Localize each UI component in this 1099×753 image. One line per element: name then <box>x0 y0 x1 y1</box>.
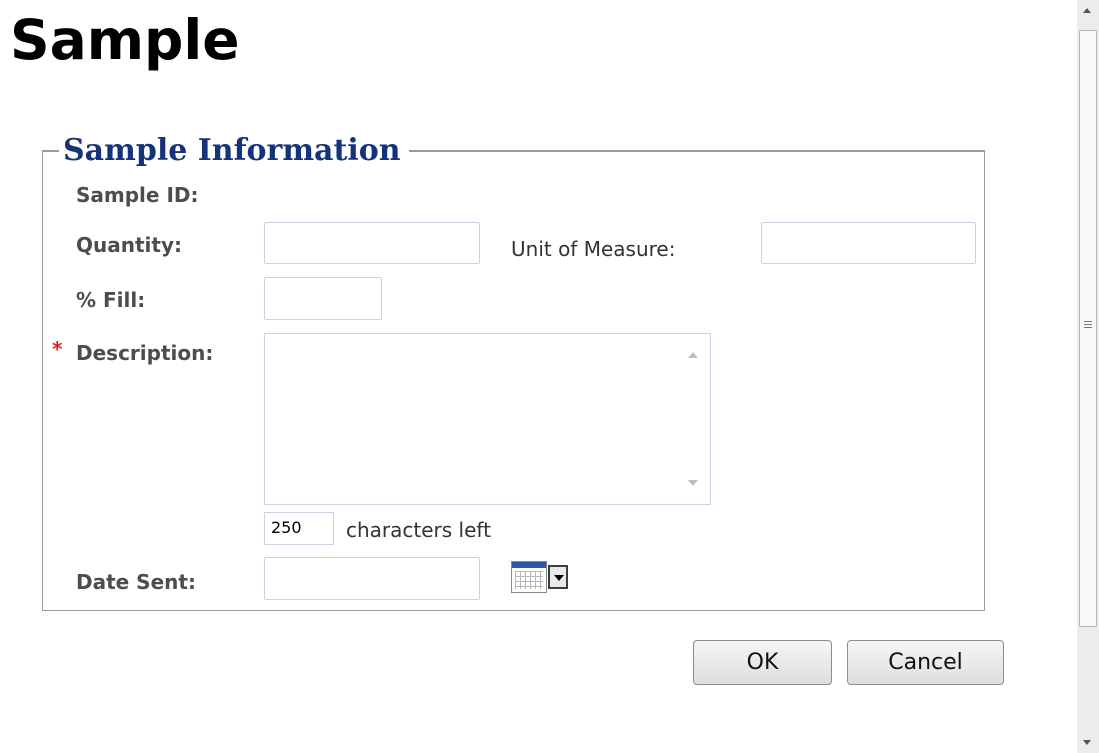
quantity-input[interactable] <box>264 222 480 264</box>
fill-label: % Fill: <box>76 288 146 312</box>
scroll-down-arrow-icon[interactable] <box>688 480 698 486</box>
group-legend: Sample Information <box>63 133 401 168</box>
description-scrollbar[interactable] <box>676 334 710 504</box>
unit-of-measure-label: Unit of Measure: <box>511 237 676 261</box>
dropdown-arrow-icon[interactable] <box>548 565 568 589</box>
scroll-up-arrow-icon[interactable] <box>688 352 698 358</box>
calendar-icon[interactable] <box>511 561 547 593</box>
required-marker: * <box>52 337 63 361</box>
scroll-down-icon[interactable] <box>1083 740 1091 745</box>
date-picker-button[interactable] <box>511 561 583 593</box>
description-textarea[interactable] <box>265 334 679 508</box>
date-sent-input[interactable] <box>264 557 480 600</box>
page-scrollbar[interactable] <box>1077 0 1099 753</box>
ok-button[interactable]: OK <box>693 640 832 685</box>
scroll-thumb[interactable] <box>1079 30 1097 627</box>
unit-of-measure-input[interactable] <box>761 222 976 264</box>
page-title: Sample <box>10 8 240 72</box>
description-label: Description: <box>76 341 214 365</box>
characters-left-counter: 250 <box>264 512 334 545</box>
grip-icon <box>1084 321 1092 329</box>
characters-left-label: characters left <box>346 518 491 542</box>
cancel-button[interactable]: Cancel <box>847 640 1004 685</box>
sample-id-label: Sample ID: <box>76 183 199 207</box>
quantity-label: Quantity: <box>76 233 182 257</box>
scroll-up-icon[interactable] <box>1083 8 1091 13</box>
description-textarea-frame <box>264 333 711 508</box>
date-sent-label: Date Sent: <box>76 570 196 594</box>
fill-input[interactable] <box>264 277 382 320</box>
